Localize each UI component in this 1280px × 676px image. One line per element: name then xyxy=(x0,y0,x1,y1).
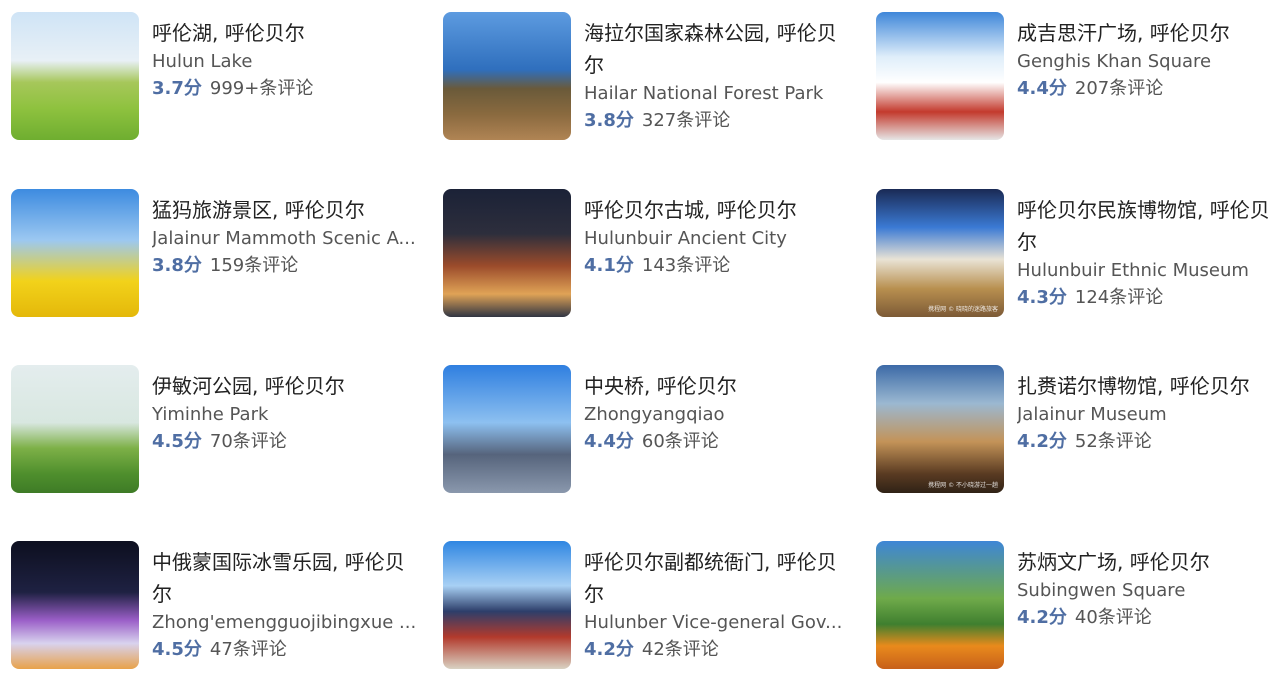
rating-score: 4.5分 xyxy=(152,639,202,660)
attraction-thumbnail[interactable] xyxy=(443,189,571,317)
attraction-thumbnail[interactable] xyxy=(11,541,139,669)
attraction-title[interactable]: 成吉思汗广场, 呼伦贝尔 xyxy=(1017,17,1280,49)
attraction-thumbnail[interactable] xyxy=(443,365,571,493)
attraction-card[interactable]: 携程网 © 不小晓游过一趟 扎赉诺尔博物馆, 呼伦贝尔 Jalainur Mus… xyxy=(876,365,1280,495)
photo-watermark: 携程网 © 晓晓的迷路旅客 xyxy=(928,306,998,313)
attraction-thumbnail[interactable] xyxy=(876,541,1004,669)
attraction-card[interactable]: 伊敏河公园, 呼伦贝尔 Yiminhe Park 4.5分 70条评论 xyxy=(11,365,431,495)
attraction-card[interactable]: 海拉尔国家森林公园, 呼伦贝尔 Hailar National Forest P… xyxy=(443,12,863,142)
attraction-english-name: Jalainur Mammoth Scenic A... xyxy=(152,228,416,249)
rating-score: 4.4分 xyxy=(584,431,634,452)
attraction-english-name: Subingwen Square xyxy=(1017,580,1186,601)
attraction-title[interactable]: 中央桥, 呼伦贝尔 xyxy=(584,370,854,402)
rating-score: 4.1分 xyxy=(584,255,634,276)
attraction-card[interactable]: 呼伦贝尔副都统衙门, 呼伦贝尔 Hulunber Vice-general Go… xyxy=(443,541,863,671)
attraction-thumbnail[interactable] xyxy=(11,189,139,317)
attraction-title[interactable]: 呼伦贝尔民族博物馆, 呼伦贝尔 xyxy=(1017,194,1280,258)
attraction-card[interactable]: 呼伦湖, 呼伦贝尔 Hulun Lake 3.7分 999+条评论 xyxy=(11,12,431,142)
review-count: 207条评论 xyxy=(1074,78,1164,99)
review-count: 143条评论 xyxy=(641,255,731,276)
photo-watermark: 携程网 © 不小晓游过一趟 xyxy=(928,482,998,489)
attraction-title[interactable]: 海拉尔国家森林公园, 呼伦贝尔 xyxy=(584,17,854,81)
rating-score: 4.3分 xyxy=(1017,287,1067,308)
review-count: 47条评论 xyxy=(209,639,287,660)
attraction-card[interactable]: 呼伦贝尔古城, 呼伦贝尔 Hulunbuir Ancient City 4.1分… xyxy=(443,189,863,319)
attraction-grid: 呼伦湖, 呼伦贝尔 Hulun Lake 3.7分 999+条评论 海拉尔国家森林… xyxy=(0,0,1280,676)
rating-score: 3.7分 xyxy=(152,78,202,99)
attraction-card[interactable]: 携程网 © 晓晓的迷路旅客 呼伦贝尔民族博物馆, 呼伦贝尔 Hulunbuir … xyxy=(876,189,1280,319)
review-count: 60条评论 xyxy=(641,431,719,452)
attraction-title[interactable]: 扎赉诺尔博物馆, 呼伦贝尔 xyxy=(1017,370,1280,402)
attraction-english-name: Hulunbuir Ancient City xyxy=(584,228,787,249)
review-count: 52条评论 xyxy=(1074,431,1152,452)
attraction-english-name: Yiminhe Park xyxy=(152,404,269,425)
attraction-card[interactable]: 中央桥, 呼伦贝尔 Zhongyangqiao 4.4分 60条评论 xyxy=(443,365,863,495)
attraction-card[interactable]: 成吉思汗广场, 呼伦贝尔 Genghis Khan Square 4.4分 207… xyxy=(876,12,1280,142)
rating-score: 4.5分 xyxy=(152,431,202,452)
attraction-title[interactable]: 呼伦贝尔古城, 呼伦贝尔 xyxy=(584,194,854,226)
attraction-title[interactable]: 伊敏河公园, 呼伦贝尔 xyxy=(152,370,422,402)
attraction-english-name: Hulunbuir Ethnic Museum xyxy=(1017,260,1249,281)
attraction-thumbnail[interactable] xyxy=(11,12,139,140)
rating-score: 3.8分 xyxy=(584,110,634,131)
rating-score: 4.2分 xyxy=(584,639,634,660)
rating-score: 4.2分 xyxy=(1017,431,1067,452)
attraction-title[interactable]: 呼伦湖, 呼伦贝尔 xyxy=(152,17,422,49)
attraction-english-name: Hailar National Forest Park xyxy=(584,83,824,104)
attraction-title[interactable]: 中俄蒙国际冰雪乐园, 呼伦贝尔 xyxy=(152,546,422,610)
attraction-thumbnail[interactable] xyxy=(11,365,139,493)
review-count: 40条评论 xyxy=(1074,607,1152,628)
review-count: 327条评论 xyxy=(641,110,731,131)
rating-score: 3.8分 xyxy=(152,255,202,276)
attraction-thumbnail[interactable] xyxy=(876,12,1004,140)
review-count: 70条评论 xyxy=(209,431,287,452)
attraction-title[interactable]: 苏炳文广场, 呼伦贝尔 xyxy=(1017,546,1280,578)
review-count: 159条评论 xyxy=(209,255,299,276)
attraction-title[interactable]: 猛犸旅游景区, 呼伦贝尔 xyxy=(152,194,422,226)
attraction-thumbnail[interactable]: 携程网 © 不小晓游过一趟 xyxy=(876,365,1004,493)
attraction-card[interactable]: 中俄蒙国际冰雪乐园, 呼伦贝尔 Zhong'emengguojibingxue … xyxy=(11,541,431,671)
attraction-title[interactable]: 呼伦贝尔副都统衙门, 呼伦贝尔 xyxy=(584,546,854,610)
review-count: 999+条评论 xyxy=(209,78,314,99)
attraction-thumbnail[interactable] xyxy=(443,541,571,669)
attraction-english-name: Zhong'emengguojibingxue ... xyxy=(152,612,417,633)
attraction-english-name: Genghis Khan Square xyxy=(1017,51,1212,72)
attraction-english-name: Hulunber Vice-general Gov... xyxy=(584,612,843,633)
rating-score: 4.4分 xyxy=(1017,78,1067,99)
attraction-english-name: Hulun Lake xyxy=(152,51,253,72)
attraction-english-name: Jalainur Museum xyxy=(1017,404,1167,425)
review-count: 124条评论 xyxy=(1074,287,1164,308)
attraction-card[interactable]: 猛犸旅游景区, 呼伦贝尔 Jalainur Mammoth Scenic A..… xyxy=(11,189,431,319)
attraction-card[interactable]: 苏炳文广场, 呼伦贝尔 Subingwen Square 4.2分 40条评论 xyxy=(876,541,1280,671)
rating-score: 4.2分 xyxy=(1017,607,1067,628)
attraction-thumbnail[interactable] xyxy=(443,12,571,140)
review-count: 42条评论 xyxy=(641,639,719,660)
attraction-thumbnail[interactable]: 携程网 © 晓晓的迷路旅客 xyxy=(876,189,1004,317)
attraction-english-name: Zhongyangqiao xyxy=(584,404,725,425)
